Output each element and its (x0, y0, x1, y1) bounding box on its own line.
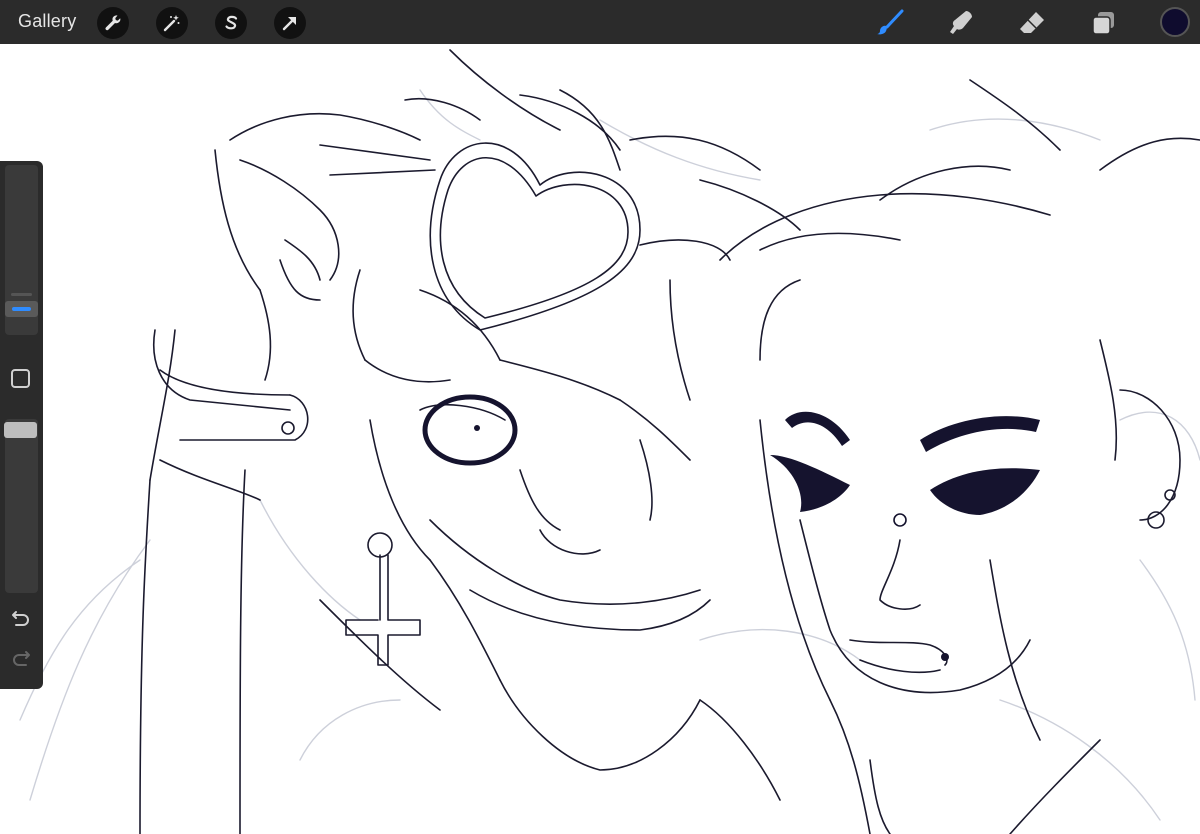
selection-s-icon (225, 15, 238, 30)
adjustments-button[interactable] (156, 7, 188, 39)
actions-button[interactable] (97, 7, 129, 39)
modify-button[interactable] (11, 369, 30, 388)
gallery-button[interactable]: Gallery (18, 11, 76, 32)
size-tick (11, 293, 32, 296)
opacity-slider[interactable] (5, 419, 38, 593)
smudge-tool-button[interactable] (946, 8, 976, 38)
brush-icon (877, 9, 904, 35)
layers-button[interactable] (1089, 8, 1119, 38)
redo-icon[interactable] (10, 649, 32, 671)
arrow-cursor-icon (282, 17, 296, 31)
brush-size-indicator (12, 307, 31, 311)
selection-button[interactable] (215, 7, 247, 39)
wrench-icon (105, 15, 121, 31)
layers-icon (1092, 12, 1114, 35)
magic-wand-icon (163, 15, 180, 32)
ink-fills (422, 394, 1040, 661)
eraser-tool-button[interactable] (1017, 8, 1047, 38)
sketch-lines (19, 89, 1200, 821)
drawing-canvas[interactable] (0, 44, 1200, 834)
transform-button[interactable] (274, 7, 306, 39)
color-swatch-button[interactable] (1160, 7, 1190, 37)
smudge-finger-icon (950, 11, 972, 34)
left-sidebar (0, 161, 43, 689)
top-toolbar: Gallery (0, 0, 1200, 44)
eraser-icon (1020, 12, 1044, 33)
undo-icon[interactable] (10, 609, 32, 631)
nose-piercing (893, 513, 907, 527)
brush-tool-button[interactable] (875, 8, 905, 38)
opacity-thumb[interactable] (4, 422, 37, 438)
